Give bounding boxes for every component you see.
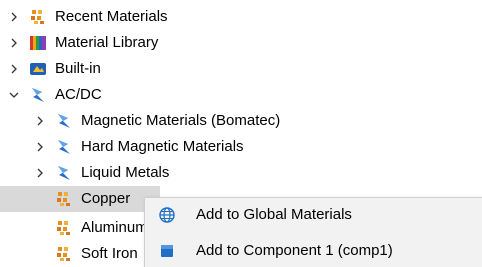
acdc-icon [55,112,73,130]
tree-item-soft-iron[interactable]: Soft Iron [0,241,138,267]
tree-item-label: Hard Magnetic Materials [81,138,244,155]
chevron-right-icon[interactable] [32,108,48,134]
chevron-down-icon[interactable] [6,82,22,108]
material-icon [55,219,73,237]
tree-item-aluminum[interactable]: Aluminum [0,215,148,241]
tree-item-acdc[interactable]: AC/DC [0,82,102,108]
menu-item-add-to-global-materials[interactable]: Add to Global Materials [145,199,482,231]
component-cube-icon [158,242,176,260]
tree-item-label: Liquid Metals [81,164,170,181]
tree-item-label: Magnetic Materials (Bomatec) [81,112,281,129]
acdc-icon [29,86,47,104]
tree-item-label: Soft Iron [81,245,138,262]
chevron-right-icon[interactable] [6,56,22,82]
tree-item-magnetic-materials-bomatec[interactable]: Magnetic Materials (Bomatec) [0,108,280,134]
tree-item-recent-materials[interactable]: Recent Materials [0,4,168,30]
menu-item-label: Add to Global Materials [196,206,352,223]
chevron-right-icon[interactable] [32,160,48,186]
tree-item-liquid-metals[interactable]: Liquid Metals [0,160,169,186]
acdc-icon [55,164,73,182]
material-tree: Recent Materials Material Library Built-… [0,0,482,267]
tree-item-label: Copper [81,190,131,207]
material-icon [55,245,73,263]
tree-item-label: Built-in [55,60,101,77]
recent-materials-icon [29,8,47,26]
built-in-icon [29,60,47,78]
tree-item-material-library[interactable]: Material Library [0,30,158,56]
tree-item-hard-magnetic-materials[interactable]: Hard Magnetic Materials [0,134,244,160]
globe-icon [158,206,176,224]
material-library-icon [29,34,47,52]
tree-item-label: Recent Materials [55,8,168,25]
menu-item-label: Add to Component 1 (comp1) [196,242,393,259]
material-icon [55,190,73,208]
context-menu: Add to Global Materials Add to Component… [144,197,482,267]
chevron-right-icon[interactable] [6,4,22,30]
chevron-right-icon[interactable] [6,30,22,56]
menu-item-add-to-component-1[interactable]: Add to Component 1 (comp1) [145,235,482,267]
tree-item-copper[interactable]: Copper [0,186,160,212]
tree-item-label: Aluminum [81,219,148,236]
acdc-icon [55,138,73,156]
tree-item-built-in[interactable]: Built-in [0,56,101,82]
chevron-right-icon[interactable] [32,134,48,160]
tree-item-label: AC/DC [55,86,102,103]
tree-item-label: Material Library [55,34,159,51]
